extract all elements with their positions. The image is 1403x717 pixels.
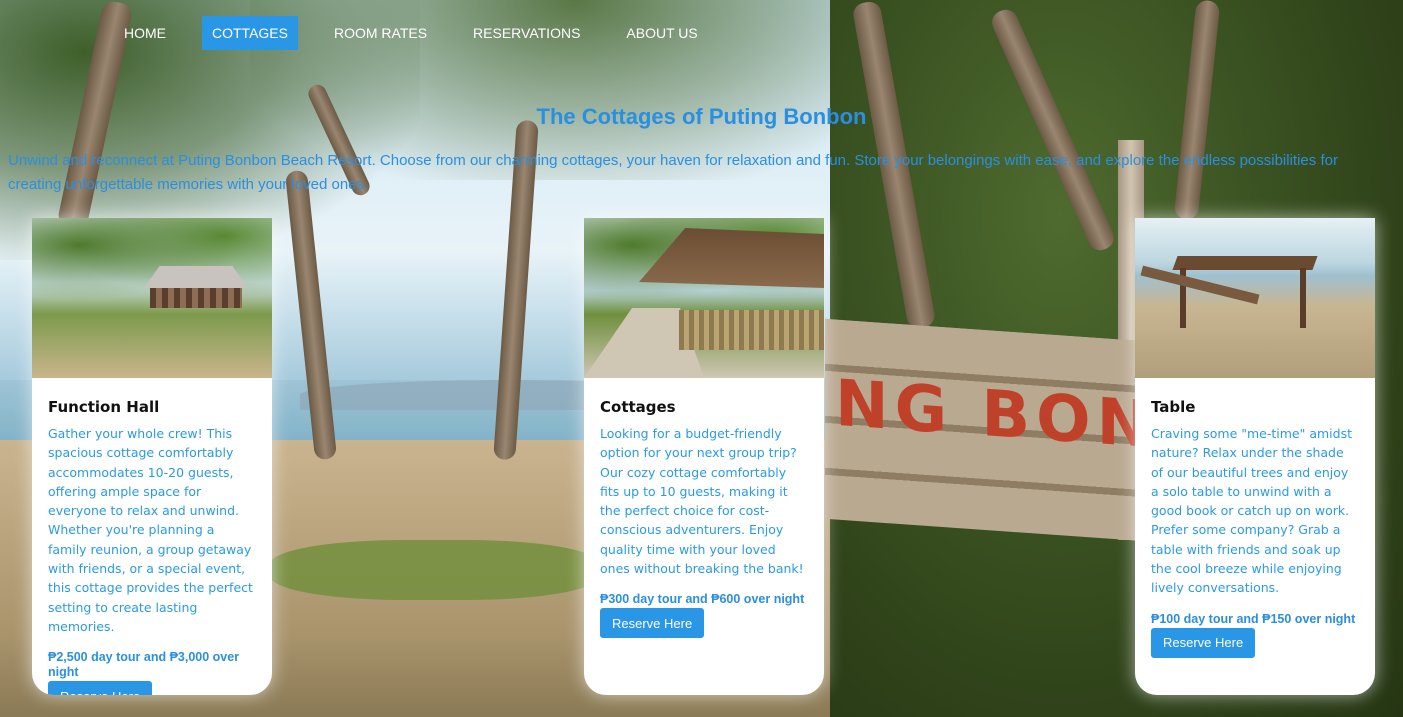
card-price: ₱300 day tour and ₱600 over night — [600, 592, 805, 607]
card-description: Looking for a budget-friendly option for… — [600, 426, 804, 577]
reserve-button[interactable]: Reserve Here — [1151, 627, 1256, 658]
main-nav: HOME COTTAGES ROOM RATES RESERVATIONS AB… — [114, 16, 734, 50]
nav-home[interactable]: HOME — [114, 16, 176, 50]
card-title: Cottages — [600, 398, 676, 416]
cottage-card-table: Table Craving some "me-time" amidst natu… — [1135, 218, 1375, 695]
grass-patch — [270, 540, 600, 600]
intro-text: Unwind and reconnect at Puting Bonbon Be… — [8, 152, 1338, 193]
page-title: The Cottages of Puting Bonbon — [536, 104, 867, 129]
nav-about-us[interactable]: ABOUT US — [616, 16, 707, 50]
function-hall-photo — [32, 218, 272, 378]
cottage-card-function-hall: Function Hall Gather your whole crew! Th… — [32, 218, 272, 695]
cottage-card-cottages: Cottages Looking for a budget-friendly o… — [584, 218, 824, 695]
nav-reservations[interactable]: RESERVATIONS — [463, 16, 590, 50]
cottages-photo — [584, 218, 824, 378]
card-price: ₱2,500 day tour and ₱3,000 over night — [48, 650, 240, 680]
nav-cottages[interactable]: COTTAGES — [202, 16, 298, 50]
nav-room-rates[interactable]: ROOM RATES — [324, 16, 437, 50]
card-title: Table — [1151, 398, 1196, 416]
card-description: Craving some "me-time" amidst nature? Re… — [1151, 426, 1352, 596]
reserve-button[interactable]: Reserve Here — [600, 608, 705, 639]
reserve-button[interactable]: Reserve Here — [48, 681, 153, 695]
table-photo — [1135, 218, 1375, 378]
card-price: ₱100 day tour and ₱150 over night — [1151, 611, 1356, 626]
card-title: Function Hall — [48, 398, 160, 416]
card-description: Gather your whole crew! This spacious co… — [48, 426, 253, 634]
